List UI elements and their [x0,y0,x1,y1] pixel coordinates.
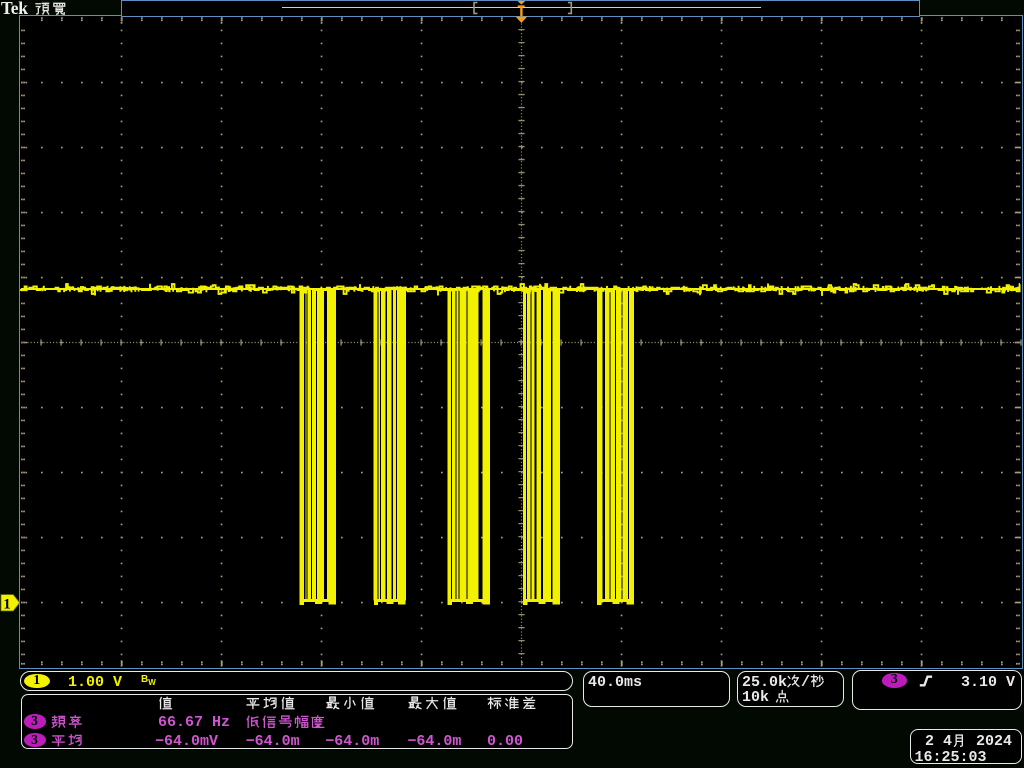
svg-text:/: / [801,674,810,691]
